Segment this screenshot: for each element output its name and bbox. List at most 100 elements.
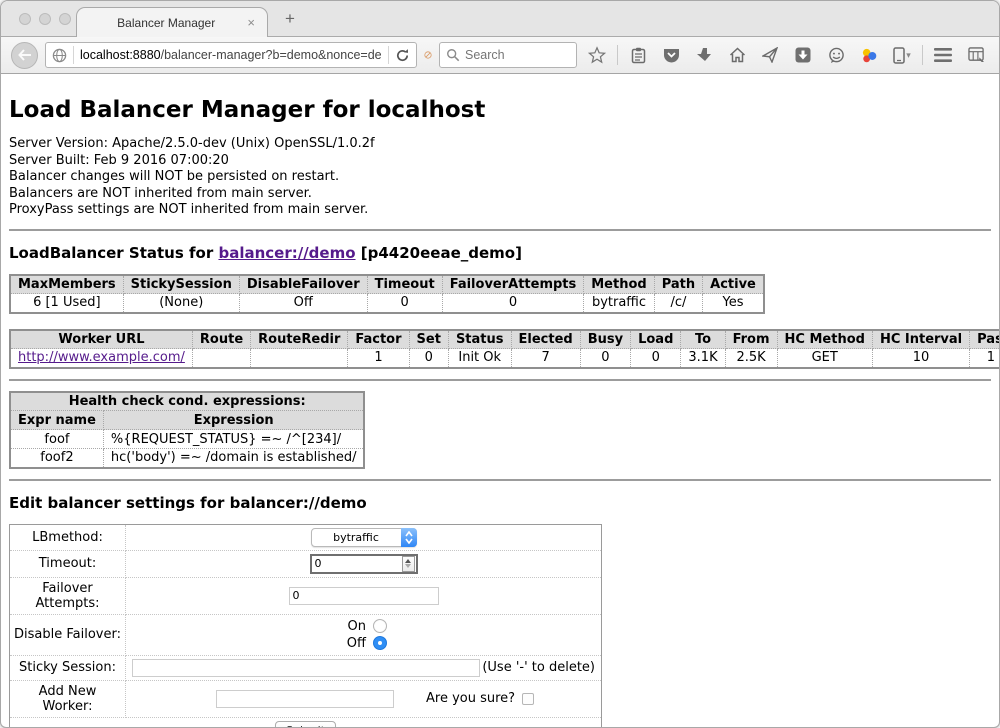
lbmethod-select[interactable]: bytraffic <box>311 528 417 547</box>
box-down-arrow-icon <box>795 47 811 63</box>
add-worker-input[interactable] <box>216 690 394 708</box>
cell-maxmembers: 6 [1 Used] <box>10 294 123 313</box>
back-button[interactable] <box>11 42 38 69</box>
col-method: Method <box>584 275 654 294</box>
reload-icon[interactable] <box>395 48 410 63</box>
grid-tiles-icon <box>968 47 985 63</box>
cell-hc-interval: 10 <box>872 349 969 368</box>
col-hc-method: HC Method <box>777 330 872 349</box>
extension-download-button[interactable] <box>790 42 816 68</box>
worker-url-link[interactable]: http://www.example.com/ <box>18 350 185 365</box>
table-row: http://www.example.com/ 1 0 Init Ok 7 0 … <box>10 349 1000 368</box>
col-load: Load <box>631 330 681 349</box>
cell-expr-name: foof <box>10 430 103 449</box>
close-window-button[interactable] <box>19 13 31 25</box>
back-arrow-icon <box>18 49 32 61</box>
url-path: /balancer-manager?b=demo&nonce=decc37be-… <box>161 48 382 62</box>
on-label: On <box>340 619 366 634</box>
cell-elected: 7 <box>511 349 580 368</box>
window-controls <box>19 13 71 25</box>
cell-path: /c/ <box>654 294 702 313</box>
cell-failoverattempts: 0 <box>442 294 584 313</box>
col-status: Status <box>448 330 511 349</box>
star-icon <box>588 46 606 64</box>
send-button[interactable] <box>757 42 783 68</box>
cell-method: bytraffic <box>584 294 654 313</box>
col-routeredir: RouteRedir <box>251 330 348 349</box>
table-row: 6 [1 Used] (None) Off 0 0 bytraffic /c/ … <box>10 294 764 313</box>
col-hc-interval: HC Interval <box>872 330 969 349</box>
search-input[interactable] <box>465 48 555 62</box>
device-sync-button[interactable]: ▾ <box>889 42 915 68</box>
clipboard-icon <box>631 47 646 64</box>
menu-button[interactable] <box>930 42 956 68</box>
bookmark-star-button[interactable] <box>584 42 610 68</box>
toolbar-divider <box>617 45 618 65</box>
tab-balancer-manager[interactable]: Balancer Manager × <box>76 7 268 37</box>
form-row-add-worker: Add New Worker: Are you sure? <box>10 680 602 717</box>
zoom-window-button[interactable] <box>59 13 71 25</box>
url-text[interactable]: localhost:8880/balancer-manager?b=demo&n… <box>80 48 382 62</box>
content-blocked-icon[interactable] <box>424 45 432 65</box>
failover-attempts-input[interactable] <box>289 587 439 605</box>
number-spinner-icon[interactable] <box>402 556 415 572</box>
disable-failover-on-row: On <box>130 618 597 635</box>
cell-from: 2.5K <box>725 349 777 368</box>
cell-disablefailover: Off <box>239 294 367 313</box>
balancer-demo-link[interactable]: balancer://demo <box>218 244 355 262</box>
cell-to: 3.1K <box>681 349 725 368</box>
cell-busy: 0 <box>580 349 630 368</box>
downloads-button[interactable] <box>691 42 717 68</box>
timeout-label: Timeout: <box>10 550 126 577</box>
form-row-sticky: Sticky Session: (Use '-' to delete) <box>10 655 602 680</box>
col-expr-name: Expr name <box>10 411 103 430</box>
browser-window: Balancer Manager × + localhost:8880/bala… <box>0 0 1000 728</box>
home-button[interactable] <box>724 42 750 68</box>
are-you-sure-checkbox[interactable] <box>522 693 534 705</box>
tab-close-icon[interactable]: × <box>245 15 257 30</box>
col-timeout: Timeout <box>367 275 442 294</box>
cell-route <box>192 349 250 368</box>
table-row: foof2 hc('body') =~ /domain is establish… <box>10 449 364 468</box>
new-tab-button[interactable]: + <box>277 9 303 29</box>
urlbar-divider <box>73 46 74 64</box>
timeout-input[interactable]: 0 <box>310 554 418 574</box>
reading-list-button[interactable] <box>625 42 651 68</box>
minimize-window-button[interactable] <box>39 13 51 25</box>
cell-set: 0 <box>409 349 448 368</box>
smiley-icon <box>828 47 845 64</box>
extension-colordots-button[interactable] <box>856 42 882 68</box>
chevron-down-icon: ▾ <box>906 50 911 61</box>
disable-failover-label: Disable Failover: <box>10 614 126 655</box>
health-table-title: Health check cond. expressions: <box>10 392 364 411</box>
server-info: Server Version: Apache/2.5.0-dev (Unix) … <box>9 136 991 219</box>
proxypass-note-line: ProxyPass settings are NOT inherited fro… <box>9 202 991 219</box>
divider <box>9 479 991 481</box>
search-icon <box>446 48 460 62</box>
disable-failover-off-radio[interactable] <box>373 636 387 650</box>
sticky-session-input[interactable] <box>132 659 480 677</box>
table-row: foof %{REQUEST_STATUS} =~ /^[234]/ <box>10 430 364 449</box>
divider <box>9 379 991 381</box>
submit-button[interactable]: Submit <box>275 721 336 728</box>
pocket-button[interactable] <box>658 42 684 68</box>
form-row-disable-failover: Disable Failover: On Off <box>10 614 602 655</box>
tab-bar: Balancer Manager × + <box>1 1 999 37</box>
home-icon <box>729 47 746 63</box>
url-domain: localhost:8880 <box>80 48 161 62</box>
lb-status-heading: LoadBalancer Status for balancer://demo … <box>9 244 991 262</box>
col-to: To <box>681 330 725 349</box>
table-header-row: Expr name Expression <box>10 411 364 430</box>
col-active: Active <box>703 275 764 294</box>
disable-failover-on-radio[interactable] <box>373 619 387 633</box>
col-from: From <box>725 330 777 349</box>
search-bar[interactable] <box>439 42 577 68</box>
balancer-status-table: MaxMembers StickySession DisableFailover… <box>9 274 765 314</box>
feedback-button[interactable] <box>823 42 849 68</box>
url-bar[interactable]: localhost:8880/balancer-manager?b=demo&n… <box>45 42 417 68</box>
globe-icon <box>52 48 67 63</box>
device-icon <box>893 47 905 64</box>
tiles-button[interactable] <box>963 42 989 68</box>
divider <box>9 229 991 231</box>
persist-note-line: Balancer changes will NOT be persisted o… <box>9 169 991 186</box>
